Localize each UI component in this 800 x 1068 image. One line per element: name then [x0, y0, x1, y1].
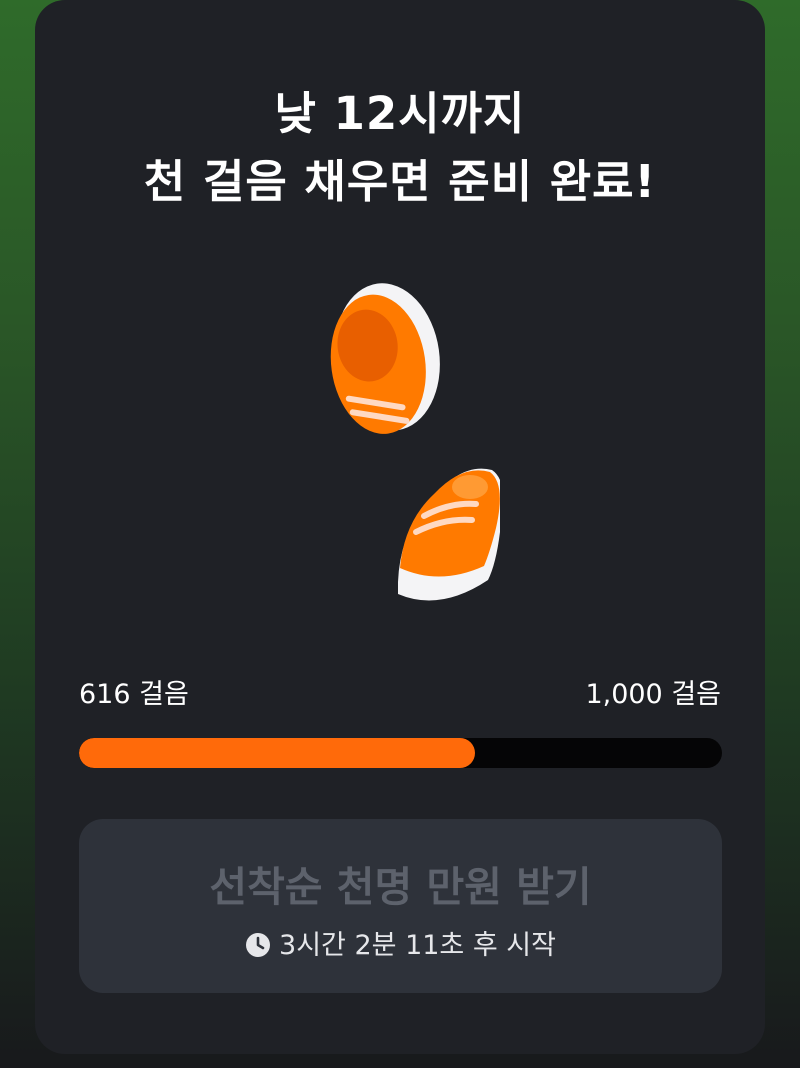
countdown-timer: 3시간 2분 11초 후 시작	[79, 923, 722, 962]
mission-card: 낮 12시까지 천 걸음 채우면 준비 완료! 616 걸음 1,000 걸음 …	[35, 0, 765, 1054]
countdown-text: 3시간 2분 11초 후 시작	[279, 930, 556, 961]
sneakers-illustration	[300, 282, 504, 612]
progress-labels: 616 걸음 1,000 걸음	[79, 672, 721, 712]
claim-reward-button[interactable]: 선착순 천명 만원 받기 3시간 2분 11초 후 시작	[79, 819, 722, 993]
goal-steps-label: 1,000 걸음	[585, 679, 721, 710]
title-line-2: 천 걸음 채우면 준비 완료!	[143, 155, 657, 208]
title-line-1: 낮 12시까지	[274, 87, 526, 140]
card-title: 낮 12시까지 천 걸음 채우면 준비 완료!	[35, 80, 765, 216]
steps-progress-fill	[79, 738, 476, 768]
claim-reward-label: 선착순 천명 만원 받기	[209, 863, 592, 911]
clock-icon	[246, 933, 271, 957]
orange-sneakers-icon	[330, 283, 504, 601]
current-steps-label: 616 걸음	[79, 679, 189, 710]
steps-progress-bar	[79, 738, 722, 768]
